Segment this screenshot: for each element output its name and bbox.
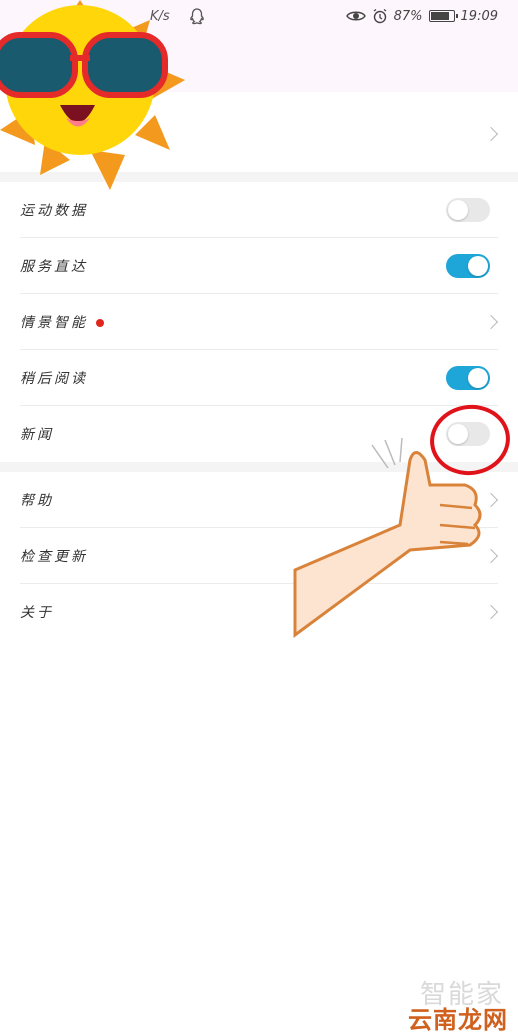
alarm-icon (373, 8, 387, 24)
notification-dot (96, 319, 104, 327)
setting-row-sport-data[interactable]: 运动数据 (0, 182, 518, 238)
battery-percent: 87% (393, 8, 423, 24)
read-later-toggle[interactable] (446, 366, 490, 390)
status-icons: 87% 19:09 (345, 8, 498, 24)
sport-data-toggle[interactable] (446, 198, 490, 222)
setting-label: 关于 (20, 605, 54, 621)
setting-row-scene-smart[interactable]: 情景智能 (0, 294, 518, 350)
setting-label: 帮助 (20, 493, 54, 509)
chevron-right-icon (483, 126, 499, 142)
setting-label: 检查更新 (20, 549, 88, 565)
setting-label: 新闻 (20, 427, 54, 443)
sun-sticker (0, 0, 185, 190)
clock-time: 19:09 (460, 8, 498, 24)
battery-icon (428, 10, 458, 22)
setting-label: 运动数据 (20, 203, 88, 219)
service-direct-toggle[interactable] (446, 254, 490, 278)
setting-row-service-direct[interactable]: 服务直达 (0, 238, 518, 294)
qq-icon (190, 8, 204, 25)
setting-row-read-later[interactable]: 稍后阅读 (0, 350, 518, 406)
eye-icon (345, 11, 366, 21)
setting-label: 情景智能 (20, 312, 104, 332)
setting-label: 稍后阅读 (20, 371, 88, 387)
chevron-right-icon (483, 314, 499, 330)
watermark: 云南龙网 (408, 1006, 508, 1034)
setting-label: 服务直达 (20, 259, 88, 275)
